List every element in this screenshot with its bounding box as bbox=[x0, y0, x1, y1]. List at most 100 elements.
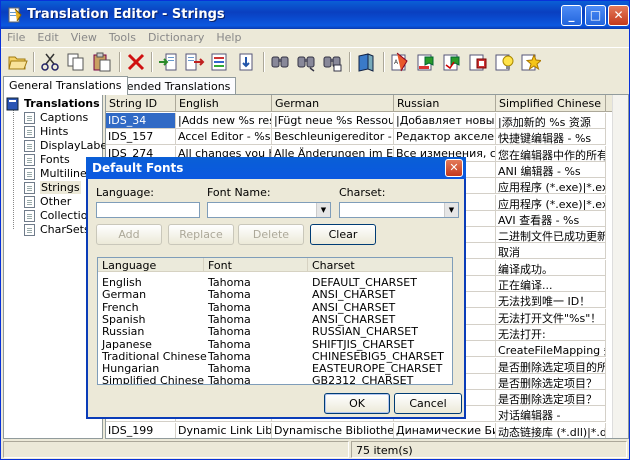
table-row[interactable]: IDS_157 Accel Editor - %s Beschleunigeredi… bbox=[106, 129, 616, 146]
column-header-english[interactable]: English bbox=[176, 95, 272, 112]
add-button[interactable]: Add bbox=[96, 224, 162, 245]
translate-icon[interactable]: A bbox=[389, 51, 411, 73]
copy-icon[interactable] bbox=[65, 51, 87, 73]
clear-button[interactable]: Clear bbox=[310, 224, 376, 245]
document-icon bbox=[24, 126, 35, 138]
menu-help[interactable]: Help bbox=[210, 29, 247, 44]
column-header-russian[interactable]: Russian bbox=[394, 95, 496, 112]
list-item[interactable]: Simplified Chinese Tahoma GB2312_CHARSET bbox=[98, 374, 452, 385]
table-cell: |Добавляет новый %s bbox=[394, 113, 496, 129]
vertical-scrollbar[interactable] bbox=[612, 95, 628, 438]
paste-icon[interactable] bbox=[91, 51, 113, 73]
tree-item-label: Other bbox=[40, 195, 72, 208]
close-button[interactable]: ✕ bbox=[608, 5, 629, 26]
toolbar-separator bbox=[33, 52, 35, 72]
table-cell: 无法打开文件"%s"！ bbox=[496, 308, 606, 325]
toolbar-separator bbox=[263, 52, 265, 72]
menu-dictionary[interactable]: Dictionary bbox=[142, 29, 210, 44]
export-icon[interactable] bbox=[183, 51, 205, 73]
table-row[interactable]: IDS_34|Adds new %s resource|Fügt neue %s… bbox=[106, 113, 616, 129]
chevron-down-icon[interactable]: ▼ bbox=[444, 203, 458, 217]
table-cell: Dynamische Bibliotheken (*.d bbox=[272, 422, 394, 438]
cut-icon[interactable] bbox=[39, 51, 61, 73]
tab-general-translations[interactable]: General Translations bbox=[3, 76, 128, 95]
list-cell: ANSI_CHARSET bbox=[312, 300, 396, 314]
table-cell: 是否删除选定项目的所 bbox=[496, 357, 606, 374]
table-cell: 二进制文件已成功更新 bbox=[496, 227, 606, 244]
list-cell: Tahoma bbox=[208, 288, 251, 302]
dictionary-icon[interactable] bbox=[355, 51, 377, 73]
tree-item-label: Strings bbox=[40, 181, 81, 194]
table-cell: 应用程序 (*.exe)|*.exe| bbox=[496, 178, 606, 195]
list-item[interactable]: English Tahoma DEFAULT_CHARSET bbox=[98, 276, 452, 289]
list-cell: Traditional Chinese bbox=[102, 349, 207, 363]
app-icon bbox=[8, 7, 22, 23]
column-header-german[interactable]: German bbox=[272, 95, 394, 112]
list-item[interactable]: Traditional Chinese Tahoma CHINESEBIG5_CHA… bbox=[98, 349, 452, 363]
menu-tools[interactable]: Tools bbox=[103, 29, 142, 44]
column-header-simplified-chinese[interactable]: Simplified Chinese bbox=[496, 95, 606, 112]
open-icon[interactable] bbox=[7, 51, 29, 73]
delete-icon[interactable] bbox=[125, 51, 147, 73]
import-icon[interactable] bbox=[157, 51, 179, 73]
list-item[interactable]: Russian Tahoma RUSSIAN_CHARSET bbox=[98, 325, 452, 339]
auto-translate-icon[interactable] bbox=[441, 51, 463, 73]
cancel-button[interactable]: Cancel bbox=[394, 393, 462, 414]
list-cell: Tahoma bbox=[208, 337, 251, 351]
table-cell: |Fügt neue %s Ressource h bbox=[272, 113, 394, 129]
document-icon bbox=[24, 182, 35, 194]
title-bar: Translation Editor - Strings _ □ ✕ bbox=[1, 1, 629, 29]
charset-label: Charset: bbox=[339, 186, 386, 199]
find-icon[interactable] bbox=[269, 51, 291, 73]
document-icon bbox=[24, 196, 35, 208]
ok-button[interactable]: OK bbox=[324, 393, 390, 414]
table-cell: 对话编辑器 - bbox=[496, 406, 606, 423]
table-row[interactable]: IDS_199Dynamic Link LibrariesDynamische … bbox=[106, 422, 616, 438]
star-icon[interactable] bbox=[519, 51, 541, 73]
export-file-icon[interactable] bbox=[235, 51, 257, 73]
tree-item-label: Hints bbox=[40, 125, 69, 138]
list-cell: Tahoma bbox=[208, 300, 251, 314]
table-cell: 是否删除选定项目？ bbox=[496, 373, 606, 390]
list-item[interactable]: Japanese Tahoma SHIFTJIS_CHARSET bbox=[98, 337, 452, 351]
list-cell: Simplified Chinese bbox=[102, 374, 204, 385]
list-item[interactable]: French Tahoma ANSI_CHARSET bbox=[98, 300, 452, 314]
tree-item-label: Multilines bbox=[40, 167, 93, 180]
minimize-button[interactable]: _ bbox=[561, 5, 582, 26]
list-item[interactable]: Spanish Tahoma ANSI_CHARSET bbox=[98, 312, 452, 326]
column-header-string-id[interactable]: String ID bbox=[106, 95, 176, 112]
dialog-close-button[interactable]: ✕ bbox=[445, 159, 463, 177]
column-header-font[interactable]: Font bbox=[204, 258, 308, 272]
delete-button[interactable]: Delete bbox=[238, 224, 304, 245]
language-input[interactable] bbox=[96, 202, 200, 218]
list-cell: Tahoma bbox=[208, 312, 251, 326]
table-cell: 无法打开: bbox=[496, 324, 606, 341]
maximize-button[interactable]: □ bbox=[585, 5, 606, 26]
replace-button[interactable]: Replace bbox=[168, 224, 234, 245]
list-item[interactable]: Hungarian Tahoma EASTEUROPE_CHARSET bbox=[98, 362, 452, 376]
translate-all-icon[interactable] bbox=[415, 51, 437, 73]
menu-edit[interactable]: Edit bbox=[31, 29, 64, 44]
language-label: Language: bbox=[96, 186, 154, 199]
chevron-down-icon[interactable]: ▼ bbox=[316, 203, 330, 217]
font-name-select[interactable]: ▼ bbox=[207, 202, 331, 218]
menu-view[interactable]: View bbox=[65, 29, 103, 44]
column-header-charset[interactable]: Charset bbox=[308, 258, 452, 272]
dialog-title-bar: Default Fonts ✕ bbox=[86, 157, 466, 179]
tree-item-label: Captions bbox=[40, 111, 89, 124]
status-cell bbox=[3, 441, 349, 458]
list-cell: Russian bbox=[102, 325, 145, 339]
toolbar-separator bbox=[119, 52, 121, 72]
replace-icon[interactable] bbox=[321, 51, 343, 73]
tip-icon[interactable] bbox=[493, 51, 515, 73]
column-header-language[interactable]: Language bbox=[98, 258, 204, 272]
find-next-icon[interactable] bbox=[295, 51, 317, 73]
list-item[interactable]: German Tahoma ANSI_CHARSET bbox=[98, 288, 452, 302]
menu-file[interactable]: File bbox=[1, 29, 31, 44]
import-file-icon[interactable] bbox=[209, 51, 231, 73]
list-cell: Tahoma bbox=[208, 362, 251, 376]
table-cell: CreateFileMapping 失败 bbox=[496, 341, 606, 358]
charset-select[interactable]: ▼ bbox=[339, 202, 459, 218]
table-cell: |添加新的 %s 资源 bbox=[496, 113, 606, 129]
options-icon[interactable] bbox=[467, 51, 489, 73]
